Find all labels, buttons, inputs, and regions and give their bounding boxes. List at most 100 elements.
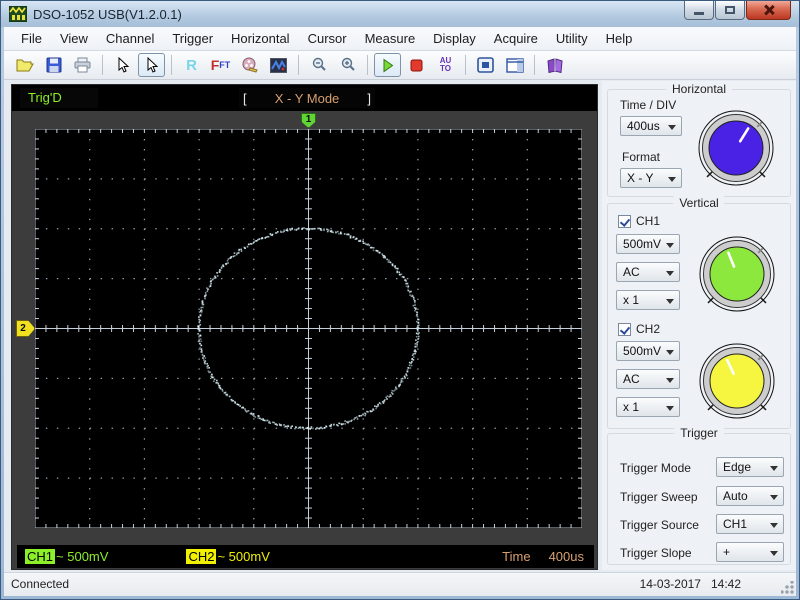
waveform-icon bbox=[270, 57, 287, 73]
minimize-icon bbox=[694, 11, 704, 15]
ch1-probe-select[interactable]: x 1 bbox=[616, 290, 680, 310]
trigger-slope-select[interactable]: + bbox=[716, 542, 784, 562]
trigger-sweep-label: Trigger Sweep bbox=[620, 490, 698, 504]
app-window: DSO-1052 USB(V1.2.0.1) File View Channel… bbox=[0, 0, 800, 600]
vertical-group-title: Vertical bbox=[673, 196, 725, 210]
print-button[interactable] bbox=[69, 53, 96, 77]
time-value: 400us bbox=[548, 549, 584, 564]
menu-measure[interactable]: Measure bbox=[356, 28, 425, 49]
menu-acquire[interactable]: Acquire bbox=[485, 28, 547, 49]
zoom-out-button[interactable] bbox=[305, 53, 332, 77]
menu-file[interactable]: File bbox=[12, 28, 51, 49]
pointer-icon bbox=[118, 56, 129, 73]
auto-setup-button[interactable]: AU TO bbox=[432, 53, 459, 77]
refresh-icon: R bbox=[186, 56, 197, 74]
refresh-button[interactable]: R bbox=[178, 53, 205, 77]
open-folder-icon bbox=[16, 59, 34, 72]
ch1-label: CH1 bbox=[636, 214, 661, 228]
menu-view[interactable]: View bbox=[51, 28, 97, 49]
title-bar[interactable]: DSO-1052 USB(V1.2.0.1) bbox=[1, 1, 799, 27]
ch1-readout: CH1 ~ 500mV bbox=[25, 549, 108, 564]
content-area: Trig'D [ X - Y Mode ] 1 2 CH1 ~ 500mV CH… bbox=[4, 81, 796, 572]
stop-button[interactable] bbox=[403, 53, 430, 77]
ch1-value: ~ 500mV bbox=[56, 549, 109, 564]
ch2-label: CH2 bbox=[636, 322, 661, 336]
time-div-select[interactable]: 400us bbox=[620, 116, 682, 136]
maximize-icon bbox=[725, 6, 735, 14]
help-button[interactable] bbox=[541, 53, 568, 77]
trigger-mode-select[interactable]: Edge bbox=[716, 457, 784, 477]
close-button[interactable] bbox=[746, 1, 791, 20]
menu-cursor[interactable]: Cursor bbox=[299, 28, 356, 49]
menu-utility[interactable]: Utility bbox=[547, 28, 597, 49]
bracket-right: ] bbox=[367, 90, 371, 106]
display-mode-badge: [ X - Y Mode ] bbox=[239, 88, 375, 108]
zoom-in-icon bbox=[341, 57, 355, 71]
toolbar-separator bbox=[465, 55, 466, 75]
pointer-button[interactable] bbox=[109, 53, 136, 77]
status-bar: Connected 14-03-2017 14:42 bbox=[4, 572, 796, 596]
menu-horizontal[interactable]: Horizontal bbox=[222, 28, 299, 49]
ch1-checkbox[interactable] bbox=[618, 214, 631, 228]
scope-header: Trig'D [ X - Y Mode ] bbox=[12, 85, 597, 111]
ch2-probe-select[interactable]: x 1 bbox=[616, 397, 680, 417]
chevron-down-icon bbox=[666, 350, 674, 355]
vertical-group: Vertical CH1 500mV AC x 1 CH2 500mV AC x… bbox=[607, 196, 791, 429]
display-mode-label: X - Y Mode bbox=[274, 90, 340, 106]
trigger-mode-label: Trigger Mode bbox=[620, 461, 691, 475]
time-label: Time bbox=[502, 549, 531, 564]
toolbar-separator bbox=[367, 55, 368, 75]
open-button[interactable] bbox=[11, 53, 38, 77]
ch2-position-knob[interactable] bbox=[695, 339, 779, 423]
full-screen-button[interactable] bbox=[472, 53, 499, 77]
maximize-button[interactable] bbox=[715, 1, 745, 20]
waveform-button[interactable] bbox=[265, 53, 292, 77]
ch1-position-marker[interactable]: 1 bbox=[301, 113, 316, 128]
ch2-coupling-select[interactable]: AC bbox=[616, 369, 680, 389]
ch2-readout: CH2 ~ 500mV bbox=[186, 549, 270, 564]
record-button[interactable] bbox=[236, 53, 263, 77]
zoom-in-button[interactable] bbox=[334, 53, 361, 77]
trigger-group-title: Trigger bbox=[674, 426, 724, 440]
format-select[interactable]: X - Y bbox=[620, 168, 682, 188]
chevron-down-icon bbox=[770, 551, 778, 556]
chevron-down-icon bbox=[666, 378, 674, 383]
horizontal-group-title: Horizontal bbox=[665, 82, 733, 96]
save-button[interactable] bbox=[40, 53, 67, 77]
close-icon bbox=[763, 5, 775, 15]
ch2-position-marker[interactable]: 2 bbox=[16, 320, 35, 337]
panel-layout-button[interactable] bbox=[501, 53, 528, 77]
trigger-source-select[interactable]: CH1 bbox=[716, 514, 784, 534]
fft-button[interactable]: F FT bbox=[207, 53, 234, 77]
ch2-checkbox[interactable] bbox=[618, 322, 631, 336]
ch1-enable-row: CH1 bbox=[618, 214, 660, 228]
control-panel: Horizontal Time / DIV 400us Format X - Y… bbox=[602, 81, 796, 570]
chevron-down-icon bbox=[668, 125, 676, 130]
menu-display[interactable]: Display bbox=[424, 28, 485, 49]
pointer-select-button[interactable] bbox=[138, 53, 165, 77]
chevron-down-icon bbox=[770, 495, 778, 500]
minimize-button[interactable] bbox=[684, 1, 714, 20]
toolbar: R F FT AU TO bbox=[4, 51, 796, 80]
ch2-volt-select[interactable]: 500mV bbox=[616, 341, 680, 361]
ch1-volt-select[interactable]: 500mV bbox=[616, 234, 680, 254]
menu-channel[interactable]: Channel bbox=[97, 28, 163, 49]
menu-help[interactable]: Help bbox=[597, 28, 642, 49]
resize-grip-icon[interactable] bbox=[781, 581, 794, 594]
scope-panel: Trig'D [ X - Y Mode ] 1 2 CH1 ~ 500mV CH… bbox=[11, 84, 598, 570]
ch2-enable-row: CH2 bbox=[618, 322, 660, 336]
time-div-label: Time / DIV bbox=[620, 98, 677, 112]
toolbar-separator bbox=[171, 55, 172, 75]
horizontal-knob[interactable] bbox=[694, 106, 778, 190]
menu-trigger[interactable]: Trigger bbox=[163, 28, 222, 49]
run-button[interactable] bbox=[374, 53, 401, 77]
toolbar-separator bbox=[298, 55, 299, 75]
connection-status: Connected bbox=[11, 577, 70, 591]
window-title: DSO-1052 USB(V1.2.0.1) bbox=[33, 6, 182, 22]
pointer-select-icon bbox=[147, 56, 158, 73]
full-screen-icon bbox=[477, 57, 494, 73]
ch1-position-knob[interactable] bbox=[695, 232, 779, 316]
scope-footer: CH1 ~ 500mV CH2 ~ 500mV Time 400us bbox=[17, 545, 594, 568]
trigger-sweep-select[interactable]: Auto bbox=[716, 486, 784, 506]
ch1-coupling-select[interactable]: AC bbox=[616, 262, 680, 282]
